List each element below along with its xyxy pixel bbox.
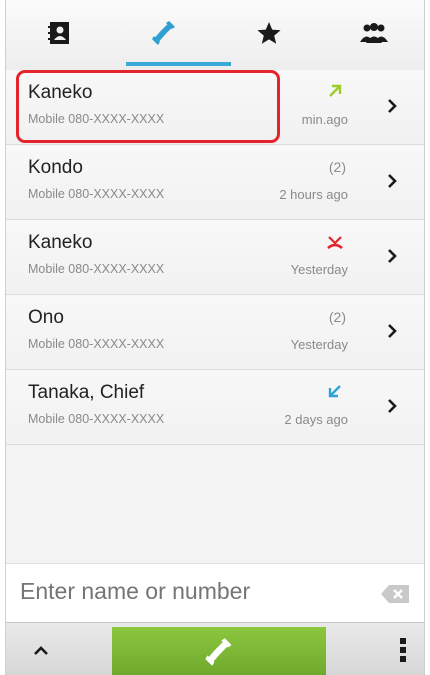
contact-name: Kaneko xyxy=(28,82,93,103)
chevron-right-icon[interactable] xyxy=(382,169,402,193)
call-log-row[interactable]: Kaneko Mobile 080-XXXX-XXXX Yesterday xyxy=(6,220,424,295)
phone-number: Mobile 080-XXXX-XXXX xyxy=(28,337,165,351)
phone-number: Mobile 080-XXXX-XXXX xyxy=(28,412,165,426)
tab-contacts[interactable] xyxy=(6,0,111,66)
call-log-row[interactable]: Tanaka, Chief Mobile 080-XXXX-XXXX 2 day… xyxy=(6,370,424,445)
chevron-right-icon[interactable] xyxy=(382,94,402,118)
phone-number: Mobile 080-XXXX-XXXX xyxy=(28,112,165,126)
call-time: Yesterday xyxy=(290,262,348,277)
contact-name: Ono xyxy=(28,307,64,328)
selected-tab-indicator xyxy=(126,62,231,66)
tab-call-log[interactable] xyxy=(111,0,216,66)
contact-name: Kaneko xyxy=(28,232,93,253)
dial-input[interactable] xyxy=(20,578,350,605)
chevron-right-icon[interactable] xyxy=(382,244,402,268)
call-time: 2 days ago xyxy=(284,412,348,427)
call-log-row[interactable]: Ono Mobile 080-XXXX-XXXX (2) Yesterday xyxy=(6,295,424,370)
call-time: Yesterday xyxy=(290,337,348,352)
call-time: 2 hours ago xyxy=(279,187,348,202)
call-log-row[interactable]: Kaneko Mobile 080-XXXX-XXXX min.ago xyxy=(6,70,424,145)
tab-groups[interactable] xyxy=(321,0,424,66)
overflow-menu-button[interactable] xyxy=(394,633,412,667)
chevron-right-icon[interactable] xyxy=(382,319,402,343)
chevron-up-icon xyxy=(34,646,48,655)
star-icon xyxy=(256,22,281,44)
backspace-icon[interactable] xyxy=(380,584,410,604)
more-vertical-icon xyxy=(400,638,406,662)
bottom-action-bar xyxy=(6,622,424,675)
dial-input-bar xyxy=(6,563,424,622)
tab-bar xyxy=(6,0,424,71)
phone-icon xyxy=(205,637,232,666)
call-log-list: Kaneko Mobile 080-XXXX-XXXX min.ago Kond… xyxy=(6,70,424,445)
phone-screen: Kaneko Mobile 080-XXXX-XXXX min.ago Kond… xyxy=(5,0,425,675)
contact-name: Tanaka, Chief xyxy=(28,382,145,403)
outgoing-call-icon xyxy=(329,84,342,97)
expand-keypad-button[interactable] xyxy=(26,637,56,663)
call-count: (2) xyxy=(328,159,346,175)
tab-favorites[interactable] xyxy=(216,0,321,66)
contacts-icon xyxy=(47,22,69,44)
phone-log-icon xyxy=(151,21,175,45)
chevron-right-icon[interactable] xyxy=(382,394,402,418)
call-log-row[interactable]: Kondo Mobile 080-XXXX-XXXX (2) 2 hours a… xyxy=(6,145,424,220)
call-count: (2) xyxy=(328,309,346,325)
incoming-call-icon xyxy=(328,385,341,398)
groups-icon xyxy=(359,23,388,43)
phone-number: Mobile 080-XXXX-XXXX xyxy=(28,262,165,276)
call-time: min.ago xyxy=(301,112,348,127)
call-button[interactable] xyxy=(112,627,326,675)
phone-number: Mobile 080-XXXX-XXXX xyxy=(28,187,165,201)
missed-call-icon xyxy=(327,236,343,250)
contact-name: Kondo xyxy=(28,157,83,178)
